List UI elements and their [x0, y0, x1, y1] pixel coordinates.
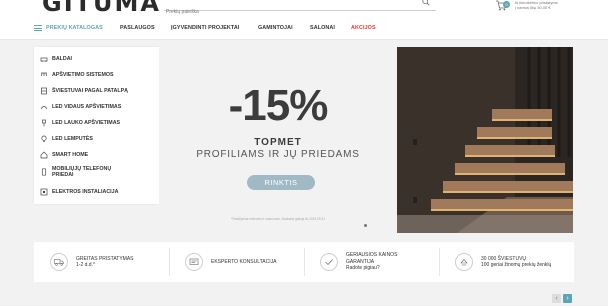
prev-arrow-icon[interactable]: ‹ — [552, 294, 561, 303]
sidebar-item-label: ŠVIESTUVAI PAGAL PATALPĄ — [52, 88, 128, 94]
sidebar-item-phone-accessories[interactable]: MOBILIŲJŲ TELEFONŲ PRIEDAI — [40, 166, 120, 178]
sidebar-item-smart-home[interactable]: SMART HOME — [40, 151, 88, 159]
lamp-icon — [41, 87, 47, 95]
smart-home-icon — [40, 151, 48, 159]
feature-delivery: GREITAS PRISTATYMAS 1-2 d.d.* — [34, 242, 169, 282]
sidebar-item-led-bulbs[interactable]: LED LEMPUTĖS — [40, 135, 93, 143]
main-nav: PREKIŲ KATALOGAS PASLAUGOS ĮGYVENDINTI P… — [0, 16, 608, 40]
sidebar-item-label: ELEKTROS INSTALIACIJA — [52, 189, 119, 195]
hero-brand: TOPMET — [254, 137, 302, 148]
nav-item-manufacturers[interactable]: GAMINTOJAI — [258, 25, 293, 31]
logo[interactable]: GITUMA — [42, 0, 161, 17]
sidebar-item-label: LED VIDAUS APŠVIETIMAS — [52, 104, 122, 110]
sidebar-item-room-lights[interactable]: ŠVIESTUVAI PAGAL PATALPĄ — [40, 87, 128, 95]
search-icon[interactable] — [422, 0, 430, 6]
sidebar-item-led-indoor[interactable]: LED VIDAUS APŠVIETIMAS — [40, 103, 121, 111]
search-input[interactable] — [166, 8, 406, 16]
search-bar[interactable] — [164, 0, 436, 16]
feature-price-guarantee: GERIAUSIOS KAINOS GARANTIJA Radote pigia… — [304, 242, 439, 282]
cart-delivery-info: Iš išmokėtino pristatymo į namus likę 50… — [515, 0, 558, 10]
led-strip-icon — [40, 106, 48, 110]
feature-text: 100 geriai žinomų prekių ženklų — [481, 262, 552, 268]
sidebar-item-led-outdoor[interactable]: LED LAUKO APŠVIETIMAS — [40, 119, 120, 127]
sidebar-item-label: APŠVIETIMO SISTEMOS — [52, 72, 114, 78]
hero-subtitle: PROFILIAMS IR JŲ PRIEDAMS — [196, 149, 360, 160]
sidebar-item-label: SMART HOME — [52, 152, 89, 158]
feature-text: Radote pigiau? — [346, 265, 380, 272]
nav-item-sales[interactable]: AKCIJOS — [351, 25, 376, 31]
truck-icon — [50, 253, 68, 271]
sidebar-item-label: MOBILIŲJŲ TELEFONŲ PRIEDAI — [52, 166, 112, 178]
sidebar-item-label: LED LEMPUTĖS — [52, 136, 93, 142]
lamp-stock-icon — [455, 253, 473, 271]
consult-icon — [185, 253, 203, 271]
hero-discount: -15% — [228, 81, 329, 130]
nav-item-services[interactable]: PASLAUGOS — [120, 25, 155, 31]
carousel-arrows: ‹ › — [552, 294, 574, 303]
feature-title: GERIAUSIOS KAINOS GARANTIJA — [346, 252, 398, 265]
sofa-icon — [40, 57, 48, 62]
sidebar-item-lighting-systems[interactable]: APŠVIETIMO SISTEMOS — [40, 71, 114, 79]
cart-line2: į namus likę 50,00 € — [515, 5, 551, 10]
outdoor-light-icon — [42, 119, 46, 127]
nav-item-projects[interactable]: ĮGYVENDINTI PROJEKTAI — [171, 25, 240, 31]
phone-icon — [41, 168, 47, 176]
hero-cta-button[interactable]: RINKTIS — [247, 175, 315, 190]
feature-text: 1-2 d.d.* — [76, 262, 95, 268]
header: GITUMA 0 Iš išmokėtino pristatymo į namu… — [0, 0, 608, 17]
features-bar: GREITAS PRISTATYMAS 1-2 d.d.* EKSPERTO K… — [34, 242, 574, 282]
bulb-icon — [41, 135, 47, 142]
check-icon — [320, 253, 338, 271]
feature-title: EKSPERTO KONSULTACIJA — [211, 258, 277, 265]
sidebar-item-label: LED LAUKO APŠVIETIMAS — [52, 120, 121, 126]
track-light-icon — [41, 72, 47, 77]
next-arrow-icon[interactable]: › — [563, 294, 572, 303]
sidebar-item-furniture[interactable]: BALDAI — [40, 55, 72, 63]
carousel-dot[interactable] — [364, 224, 367, 227]
feature-consultation: EKSPERTO KONSULTACIJA — [169, 242, 304, 282]
nav-catalog[interactable]: PREKIŲ KATALOGAS — [46, 25, 103, 31]
cart-count-badge: 0 — [503, 1, 510, 8]
hero-disclaimer: *Pasiūlymas internetu ir salonuose. Nuol… — [230, 217, 326, 221]
hero-banner[interactable]: -15% TOPMET PROFILIAMS IR JŲ PRIEDAMS RI… — [159, 47, 397, 233]
switch-icon — [40, 188, 48, 196]
sidebar-item-label: BALDAI — [52, 56, 73, 62]
feature-product-range: 30 000 ŠVIESTUVŲ 100 geriai žinomų preki… — [439, 242, 574, 282]
nav-item-salons[interactable]: SALONAI — [310, 25, 335, 31]
category-sidebar: BALDAI APŠVIETIMO SISTEMOS ŠVIESTUVAI PA… — [34, 47, 159, 204]
stairs-illustration — [397, 47, 573, 233]
sidebar-item-electrical[interactable]: ELEKTROS INSTALIACIJA — [40, 188, 118, 196]
menu-icon[interactable] — [34, 25, 42, 31]
hero-photo-stairs — [397, 47, 573, 233]
